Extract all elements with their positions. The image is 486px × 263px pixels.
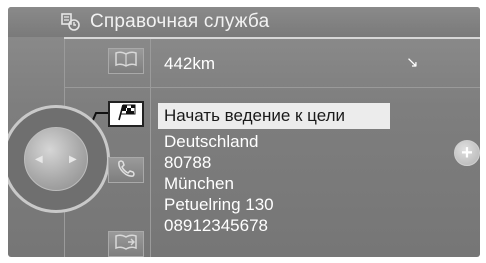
icon-column-divider xyxy=(150,39,151,257)
directory-service-icon xyxy=(60,11,82,33)
call-button[interactable] xyxy=(108,157,144,183)
idrive-controller[interactable]: ◀ ▶ xyxy=(8,105,114,213)
start-guidance-label[interactable]: Начать ведение к цели xyxy=(164,106,345,126)
navigation-screen: Справочная служба ◀ ▶ 442km ↘ Начать вед… xyxy=(8,7,480,257)
screen-header: Справочная служба xyxy=(8,7,480,37)
header-title-group: Справочная служба xyxy=(60,10,269,34)
address-country: Deutschland xyxy=(164,132,259,151)
phone-number: 08912345678 xyxy=(164,216,269,235)
phone-handset-icon xyxy=(116,159,136,182)
distance-value: 442km xyxy=(164,54,216,73)
start-guidance-button[interactable] xyxy=(108,101,144,127)
direction-arrow-icon: ↘ xyxy=(406,54,419,71)
book-button[interactable] xyxy=(108,48,144,74)
checkered-flag-icon xyxy=(115,103,137,126)
export-button[interactable] xyxy=(108,231,144,257)
address-city: München xyxy=(164,174,234,193)
plus-button[interactable]: + xyxy=(454,140,480,166)
row-divider xyxy=(64,87,480,88)
address-street: Petuelring 130 xyxy=(164,195,274,214)
address-postal-code: 80788 xyxy=(164,153,212,172)
book-export-icon xyxy=(114,233,138,255)
page-title: Справочная служба xyxy=(90,11,270,32)
arrow-right-icon: ▶ xyxy=(69,154,77,165)
arrow-left-icon: ◀ xyxy=(35,154,43,165)
controller-knob[interactable]: ◀ ▶ xyxy=(24,127,88,191)
header-divider xyxy=(64,37,480,39)
book-icon xyxy=(114,50,138,72)
